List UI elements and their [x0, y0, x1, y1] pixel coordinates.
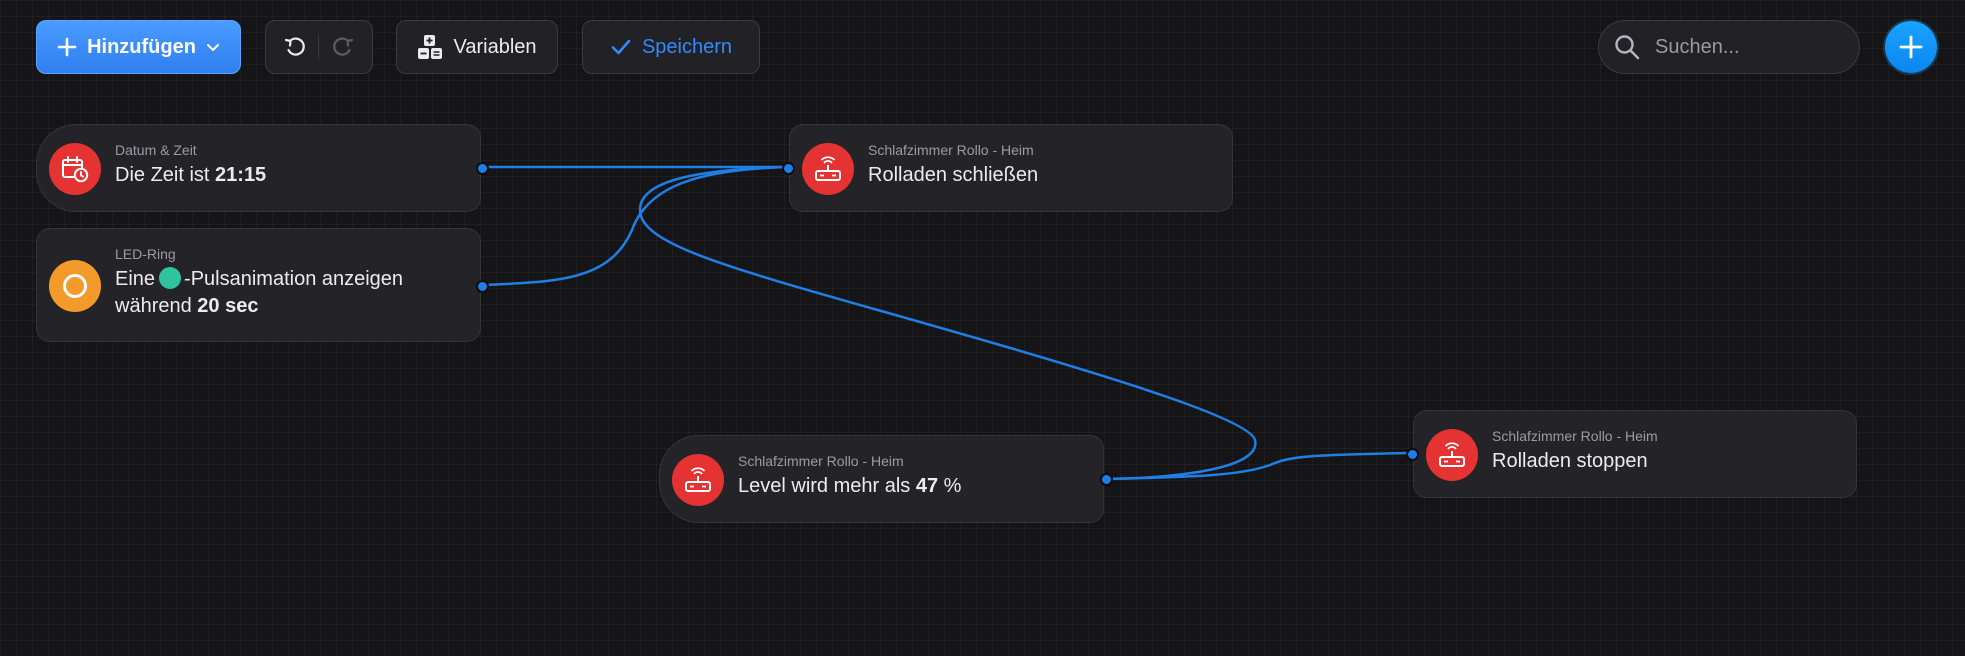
- toolbar-divider: [318, 35, 320, 59]
- save-button[interactable]: Speichern: [582, 20, 760, 74]
- node-subtitle: Schlafzimmer Rollo - Heim: [1492, 428, 1658, 444]
- node-ledring-action[interactable]: LED-Ring Eine -Pulsanimation anzeigen wäh…: [36, 228, 489, 342]
- plus-icon: [57, 37, 77, 57]
- search-input[interactable]: [1653, 34, 1857, 60]
- router-icon: [672, 454, 724, 506]
- redo-icon: [333, 37, 354, 56]
- add-button-label: Hinzufügen: [87, 35, 196, 58]
- duration-value[interactable]: 20 sec: [197, 295, 258, 317]
- condition-prefix: Die Zeit ist: [115, 164, 210, 186]
- chevron-down-icon: [206, 44, 219, 51]
- router-icon: [1426, 429, 1478, 481]
- variables-button[interactable]: Variablen: [396, 20, 558, 74]
- node-level-trigger[interactable]: Schlafzimmer Rollo - Heim Level wird meh…: [659, 435, 1113, 523]
- undo-button[interactable]: [277, 29, 313, 65]
- node-subtitle: Schlafzimmer Rollo - Heim: [868, 142, 1034, 158]
- variables-icon: [418, 35, 443, 59]
- router-icon: [802, 143, 854, 195]
- add-button[interactable]: Hinzufügen: [36, 20, 241, 74]
- color-swatch[interactable]: [159, 267, 182, 289]
- output-connector[interactable]: [476, 162, 489, 175]
- input-connector[interactable]: [1406, 448, 1419, 461]
- plus-icon: [1899, 35, 1923, 59]
- input-connector[interactable]: [782, 162, 795, 175]
- ring-icon: [49, 260, 101, 312]
- node-action-text: Rolladen schließen: [868, 164, 1039, 186]
- search-box[interactable]: [1598, 20, 1860, 74]
- level-value[interactable]: 47: [916, 475, 938, 497]
- level-unit: %: [943, 475, 962, 497]
- node-subtitle: LED-Ring: [115, 246, 176, 262]
- condition-prefix: Level wird mehr als: [738, 475, 911, 497]
- duration-prefix: während: [115, 295, 192, 317]
- redo-button[interactable]: [325, 29, 361, 65]
- output-connector[interactable]: [476, 280, 489, 293]
- node-datetime-trigger[interactable]: Datum & Zeit Die Zeit ist 21:15: [36, 124, 489, 212]
- node-condition-text: Level wird mehr als 47 %: [738, 473, 961, 500]
- variables-button-label: Variablen: [453, 35, 537, 58]
- node-action-text-line2: während 20 sec: [115, 293, 258, 320]
- node-subtitle: Schlafzimmer Rollo - Heim: [738, 453, 904, 469]
- save-button-label: Speichern: [641, 35, 733, 58]
- search-icon: [1615, 35, 1640, 60]
- check-icon: [611, 39, 631, 55]
- node-action-text: Rolladen stoppen: [1492, 450, 1648, 472]
- undo-icon: [284, 37, 305, 56]
- time-value[interactable]: 21:15: [215, 164, 266, 186]
- output-connector[interactable]: [1100, 473, 1113, 486]
- node-action-text-line1: Eine -Pulsanimation anzeigen: [115, 266, 403, 293]
- node-stop-blinds-action[interactable]: Schlafzimmer Rollo - Heim Rolladen stopp…: [1406, 410, 1857, 498]
- calendar-clock-icon: [49, 143, 101, 195]
- node-condition-text: Die Zeit ist 21:15: [115, 162, 266, 189]
- undo-redo-group: [265, 20, 373, 74]
- action-prefix: Eine: [115, 268, 156, 290]
- node-close-blinds-action[interactable]: Schlafzimmer Rollo - Heim Rolladen schli…: [782, 124, 1233, 212]
- add-fab-button[interactable]: [1885, 21, 1937, 73]
- node-subtitle: Datum & Zeit: [115, 142, 197, 158]
- action-suffix: -Pulsanimation anzeigen: [184, 268, 404, 290]
